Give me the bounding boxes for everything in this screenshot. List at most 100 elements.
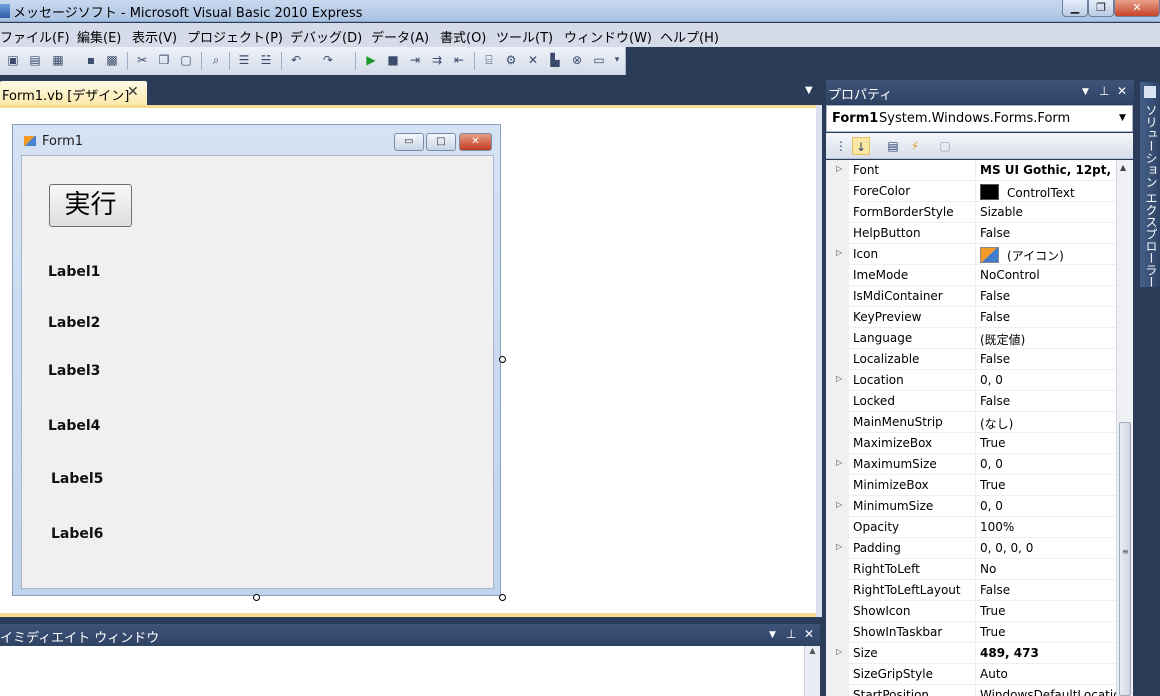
- property-value[interactable]: Sizable: [976, 202, 1116, 223]
- label2[interactable]: Label2: [48, 315, 100, 331]
- property-row-minimumsize[interactable]: ▷ MinimumSize 0, 0: [826, 496, 1116, 517]
- expand-icon[interactable]: ▷: [836, 542, 842, 551]
- resize-handle-bottom[interactable]: [253, 594, 260, 601]
- property-value[interactable]: False: [976, 286, 1116, 307]
- property-row-keypreview[interactable]: KeyPreview False: [826, 307, 1116, 328]
- label5[interactable]: Label5: [51, 471, 103, 487]
- find-icon[interactable]: ⌕: [209, 53, 223, 67]
- toolbox-icon[interactable]: ✕: [526, 53, 540, 67]
- paste-icon[interactable]: ▢: [179, 53, 193, 67]
- property-value[interactable]: Auto: [976, 664, 1116, 685]
- expand-icon[interactable]: ▷: [836, 647, 842, 656]
- property-row-righttoleft[interactable]: RightToLeft No: [826, 559, 1116, 580]
- solution-explorer-tab[interactable]: ソリューション エクスプローラー: [1140, 82, 1160, 288]
- cut-icon[interactable]: ✂: [135, 53, 149, 67]
- menu-tools[interactable]: ツール(T): [496, 27, 553, 46]
- form1-window[interactable]: Form1 ▭ □ ✕ 実行 Label1 Label2 Label3 Labe…: [12, 124, 501, 596]
- property-value[interactable]: (なし): [976, 412, 1116, 433]
- property-row-icon[interactable]: ▷ Icon (アイコン): [826, 244, 1116, 265]
- solution-explorer-icon[interactable]: ⌸: [482, 53, 496, 67]
- property-value[interactable]: False: [976, 391, 1116, 412]
- property-pages-icon[interactable]: ▢: [936, 137, 954, 155]
- resize-handle-right[interactable]: [499, 356, 506, 363]
- menu-window[interactable]: ウィンドウ(W): [564, 27, 652, 46]
- property-value[interactable]: (既定値): [976, 328, 1116, 349]
- menu-edit[interactable]: 編集(E): [77, 27, 121, 46]
- property-row-forecolor[interactable]: ForeColor ControlText: [826, 181, 1116, 202]
- resize-handle-corner[interactable]: [499, 594, 506, 601]
- output-icon[interactable]: ▭: [592, 53, 606, 67]
- categorized-icon[interactable]: ⋮: [832, 137, 850, 155]
- property-value[interactable]: False: [976, 349, 1116, 370]
- property-value[interactable]: 0, 0: [976, 454, 1116, 475]
- property-grid-scrollbar[interactable]: ▲ ≡: [1116, 160, 1133, 696]
- redo-icon[interactable]: ↷: [321, 53, 335, 67]
- property-value[interactable]: No: [976, 559, 1116, 580]
- tab-form1-design[interactable]: Form1.vb [デザイン] ✕: [0, 81, 147, 105]
- property-value[interactable]: True: [976, 622, 1116, 643]
- designer-scrollbar[interactable]: [816, 105, 822, 617]
- expand-icon[interactable]: ▷: [836, 374, 842, 383]
- label1[interactable]: Label1: [48, 264, 100, 280]
- label4[interactable]: Label4: [48, 418, 100, 434]
- maximize-button[interactable]: ❐: [1088, 0, 1114, 17]
- property-value[interactable]: 0, 0, 0, 0: [976, 538, 1116, 559]
- save-icon[interactable]: ▪: [84, 53, 98, 67]
- expand-icon[interactable]: ▷: [836, 164, 842, 173]
- menu-project[interactable]: プロジェクト(P): [187, 27, 283, 46]
- undo-icon[interactable]: ↶: [289, 53, 303, 67]
- properties-close-icon[interactable]: ✕: [1117, 84, 1127, 98]
- property-row-helpbutton[interactable]: HelpButton False: [826, 223, 1116, 244]
- object-browser-icon[interactable]: ▙: [548, 53, 562, 67]
- property-value[interactable]: 0, 0: [976, 370, 1116, 391]
- toolbar-overflow-icon[interactable]: ▾: [610, 53, 624, 67]
- menu-help[interactable]: ヘルプ(H): [660, 27, 719, 46]
- menu-file[interactable]: ファイル(F): [0, 27, 70, 46]
- object-selector[interactable]: Form1 System.Windows.Forms.Form ▼: [826, 105, 1133, 132]
- menu-data[interactable]: データ(A): [371, 27, 429, 46]
- immediate-window-body[interactable]: [0, 646, 820, 696]
- expand-icon[interactable]: ▷: [836, 458, 842, 467]
- property-row-mainmenustrip[interactable]: MainMenuStrip (なし): [826, 412, 1116, 433]
- stop-icon[interactable]: ■: [386, 53, 400, 67]
- uncomment-icon[interactable]: ☱: [259, 53, 273, 67]
- comment-icon[interactable]: ☰: [237, 53, 251, 67]
- start-debugging-icon[interactable]: ▶: [364, 53, 378, 67]
- new-project-icon[interactable]: ▣: [6, 53, 20, 67]
- expand-icon[interactable]: ▷: [836, 500, 842, 509]
- property-row-size[interactable]: ▷ Size 489, 473: [826, 643, 1116, 664]
- property-row-formborderstyle[interactable]: FormBorderStyle Sizable: [826, 202, 1116, 223]
- expand-icon[interactable]: ▷: [836, 248, 842, 257]
- property-row-localizable[interactable]: Localizable False: [826, 349, 1116, 370]
- property-value[interactable]: NoControl: [976, 265, 1116, 286]
- property-row-showintaskbar[interactable]: ShowInTaskbar True: [826, 622, 1116, 643]
- properties-pin-icon[interactable]: ⊥: [1099, 84, 1109, 98]
- property-value[interactable]: WindowsDefaultLocatio: [976, 685, 1116, 696]
- property-value[interactable]: False: [976, 223, 1116, 244]
- property-value[interactable]: True: [976, 601, 1116, 622]
- add-item-icon[interactable]: ▦: [51, 53, 65, 67]
- save-all-icon[interactable]: ▩: [105, 53, 119, 67]
- property-row-minimizebox[interactable]: MinimizeBox True: [826, 475, 1116, 496]
- tab-close-icon[interactable]: ✕: [127, 84, 139, 100]
- form1-client-area[interactable]: 実行 Label1 Label2 Label3 Label4 Label5 La…: [21, 155, 494, 589]
- alphabetical-icon[interactable]: ↓: [852, 137, 870, 155]
- property-value[interactable]: (アイコン): [976, 244, 1116, 265]
- property-value[interactable]: MS UI Gothic, 12pt, s: [976, 160, 1116, 181]
- copy-icon[interactable]: ❐: [157, 53, 171, 67]
- property-row-language[interactable]: Language (既定値): [826, 328, 1116, 349]
- property-value[interactable]: 0, 0: [976, 496, 1116, 517]
- properties-view-icon[interactable]: ▤: [884, 137, 902, 155]
- label6[interactable]: Label6: [51, 526, 103, 542]
- active-files-dropdown-icon[interactable]: ▼: [805, 85, 813, 96]
- run-button[interactable]: 実行: [49, 184, 132, 227]
- property-value[interactable]: 489, 473: [976, 643, 1116, 664]
- menu-view[interactable]: 表示(V): [132, 27, 177, 46]
- chevron-down-icon[interactable]: ▼: [1119, 113, 1126, 123]
- property-value[interactable]: ControlText: [976, 181, 1116, 202]
- step-out-icon[interactable]: ⇤: [452, 53, 466, 67]
- property-row-font[interactable]: ▷ Font MS UI Gothic, 12pt, s: [826, 160, 1116, 181]
- property-row-sizegripstyle[interactable]: SizeGripStyle Auto: [826, 664, 1116, 685]
- property-row-startposition[interactable]: StartPosition WindowsDefaultLocatio: [826, 685, 1116, 696]
- property-row-righttoleftlayout[interactable]: RightToLeftLayout False: [826, 580, 1116, 601]
